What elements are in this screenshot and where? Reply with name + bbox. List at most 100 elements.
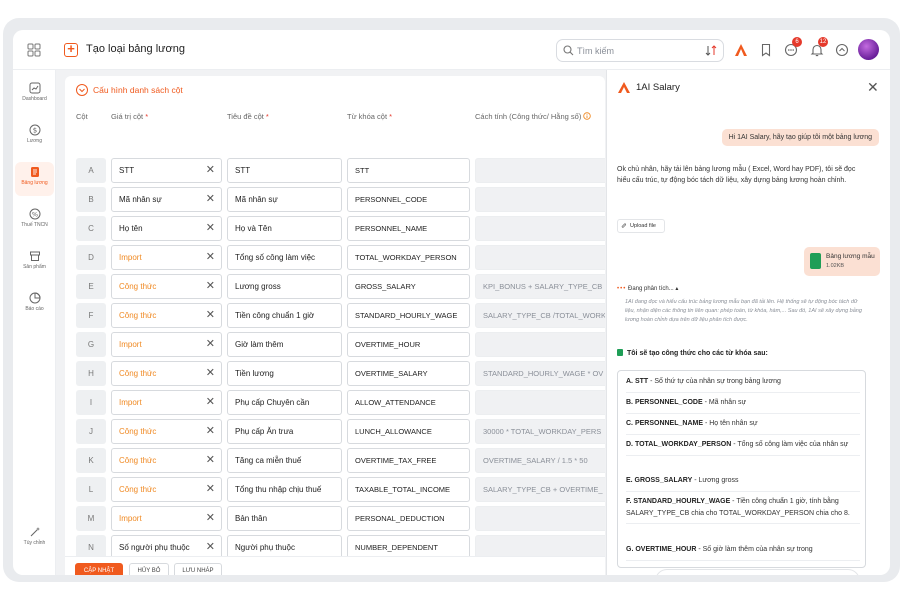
column-value-select[interactable]: Import ✕	[111, 332, 222, 357]
column-title-input[interactable]: Tiền lương	[227, 361, 342, 386]
column-key-input[interactable]: OVERTIME_SALARY	[347, 361, 470, 386]
clear-icon[interactable]: ✕	[206, 507, 215, 530]
column-key-input[interactable]: GROSS_SALARY	[347, 274, 470, 299]
column-value-text: Công thức	[119, 311, 157, 320]
column-value-select[interactable]: Công thức ✕	[111, 448, 222, 473]
column-title-input[interactable]: Tổng số công làm việc	[227, 245, 342, 270]
column-value-select[interactable]: Import ✕	[111, 245, 222, 270]
search-box[interactable]	[556, 39, 724, 62]
column-title-input[interactable]: Phụ cấp Chuyên cần	[227, 390, 342, 415]
cancel-button[interactable]: HỦY BỎ	[129, 563, 169, 575]
column-key-input[interactable]: OVERTIME_TAX_FREE	[347, 448, 470, 473]
uploaded-file[interactable]: Bảng lương mẫu 1.02KB	[804, 247, 880, 276]
clear-icon[interactable]: ✕	[206, 304, 215, 327]
column-letter: K	[76, 448, 106, 473]
column-title-input[interactable]: Giờ làm thêm	[227, 332, 342, 357]
column-formula-input[interactable]	[475, 245, 605, 270]
chat-input-box[interactable]	[655, 569, 860, 575]
sidebar-item-luong[interactable]: $ Lương	[15, 120, 54, 154]
column-value-select[interactable]: Công thức ✕	[111, 477, 222, 502]
column-formula-input[interactable]	[475, 390, 605, 415]
column-formula-input[interactable]	[475, 506, 605, 531]
column-title-input[interactable]: STT	[227, 158, 342, 183]
column-title-input[interactable]: Họ và Tên	[227, 216, 342, 241]
column-value-select[interactable]: Công thức ✕	[111, 361, 222, 386]
sidebar-item-san-pham[interactable]: Sản phẩm	[15, 246, 54, 280]
clear-icon[interactable]: ✕	[206, 246, 215, 269]
column-key-input[interactable]: STANDARD_HOURLY_WAGE	[347, 303, 470, 328]
sidebar-item-label: Báo cáo	[25, 306, 44, 312]
column-formula-input[interactable]	[475, 332, 605, 357]
sidebar-item-bang-luong[interactable]: Bảng lương	[15, 162, 54, 196]
brand-logo-icon[interactable]	[734, 43, 748, 57]
home-icon[interactable]	[835, 43, 849, 57]
column-formula-input[interactable]: SALARY_TYPE_CB /TOTAL_WORK	[475, 303, 605, 328]
column-formula-input[interactable]: KPI_BONUS + SALARY_TYPE_CB	[475, 274, 605, 299]
column-key-input[interactable]: STT	[347, 158, 470, 183]
close-icon[interactable]: ✕	[867, 79, 879, 96]
column-title-input[interactable]: Bản thân	[227, 506, 342, 531]
clear-icon[interactable]: ✕	[206, 333, 215, 356]
column-key-input[interactable]: PERSONNEL_CODE	[347, 187, 470, 212]
clear-icon[interactable]: ✕	[206, 188, 215, 211]
excel-file-icon	[810, 253, 821, 269]
sort-icon[interactable]	[705, 44, 717, 57]
formula-desc: - Số thứ tự của nhân sự trong bảng lương	[648, 378, 781, 385]
column-title-input[interactable]: Tăng ca miễn thuế	[227, 448, 342, 473]
column-title-input[interactable]: Lương gross	[227, 274, 342, 299]
save-draft-button[interactable]: LƯU NHÁP	[174, 563, 222, 575]
column-formula-input[interactable]: STANDARD_HOURLY_WAGE * OV	[475, 361, 605, 386]
brand-logo-icon	[618, 82, 630, 93]
column-key-input[interactable]: TOTAL_WORKDAY_PERSON	[347, 245, 470, 270]
clear-icon[interactable]: ✕	[206, 478, 215, 501]
clear-icon[interactable]: ✕	[206, 420, 215, 443]
sidebar-item-tuy-chinh[interactable]: Tùy chỉnh	[15, 522, 54, 556]
clear-icon[interactable]: ✕	[206, 275, 215, 298]
column-key-input[interactable]: PERSONAL_DEDUCTION	[347, 506, 470, 531]
column-value-select[interactable]: Import ✕	[111, 390, 222, 415]
search-input[interactable]	[577, 44, 697, 58]
column-key-input[interactable]: ALLOW_ATTENDANCE	[347, 390, 470, 415]
info-icon[interactable]	[583, 112, 592, 120]
clear-icon[interactable]: ✕	[206, 217, 215, 240]
sidebar-item-bao-cao[interactable]: Báo cáo	[15, 288, 54, 322]
column-value-select[interactable]: Import ✕	[111, 506, 222, 531]
sheet-icon	[617, 349, 623, 356]
column-value-select[interactable]: Công thức ✕	[111, 419, 222, 444]
formula-desc: - Họ tên nhân sự	[703, 420, 758, 427]
column-key-input[interactable]: PERSONNEL_NAME	[347, 216, 470, 241]
chevron-down-icon[interactable]	[76, 84, 88, 96]
app-grid-icon[interactable]	[27, 43, 41, 57]
analyzing-status[interactable]: ••• Đang phân tích... ▴	[617, 285, 678, 292]
column-title-input[interactable]: Tổng thu nhập chịu thuế	[227, 477, 342, 502]
sidebar-item-label: Thuế TNCN	[21, 222, 48, 228]
column-value-select[interactable]: Công thức ✕	[111, 274, 222, 299]
avatar[interactable]	[858, 39, 879, 60]
column-formula-input[interactable]: SALARY_TYPE_CB + OVERTIME_	[475, 477, 605, 502]
column-value-select[interactable]: STT ✕	[111, 158, 222, 183]
column-key-input[interactable]: TAXABLE_TOTAL_INCOME	[347, 477, 470, 502]
bookmark-icon[interactable]	[759, 43, 773, 57]
upload-file-button[interactable]: Upload file	[617, 219, 665, 233]
column-key-input[interactable]: OVERTIME_HOUR	[347, 332, 470, 357]
column-value-select[interactable]: Công thức ✕	[111, 303, 222, 328]
column-title-input[interactable]: Phụ cấp Ăn trưa	[227, 419, 342, 444]
update-button[interactable]: CẬP NHẬT	[75, 563, 123, 575]
sidebar-item-thue-tncn[interactable]: % Thuế TNCN	[15, 204, 54, 238]
sidebar-item-dashboard[interactable]: Dashboard	[15, 78, 54, 112]
clear-icon[interactable]: ✕	[206, 159, 215, 182]
column-formula-input[interactable]: OVERTIME_SALARY / 1.5 * 50	[475, 448, 605, 473]
column-value-select[interactable]: Họ tên ✕	[111, 216, 222, 241]
column-formula-input[interactable]: 30000 * TOTAL_WORKDAY_PERS	[475, 419, 605, 444]
column-formula-input[interactable]	[475, 158, 605, 183]
clear-icon[interactable]: ✕	[206, 391, 215, 414]
formula-key: E. GROSS_SALARY	[626, 477, 693, 484]
column-formula-input[interactable]	[475, 187, 605, 212]
column-title-input[interactable]: Tiền công chuẩn 1 giờ	[227, 303, 342, 328]
column-formula-input[interactable]	[475, 216, 605, 241]
column-key-input[interactable]: LUNCH_ALLOWANCE	[347, 419, 470, 444]
column-value-select[interactable]: Mã nhân sự ✕	[111, 187, 222, 212]
clear-icon[interactable]: ✕	[206, 362, 215, 385]
clear-icon[interactable]: ✕	[206, 449, 215, 472]
column-title-input[interactable]: Mã nhân sự	[227, 187, 342, 212]
